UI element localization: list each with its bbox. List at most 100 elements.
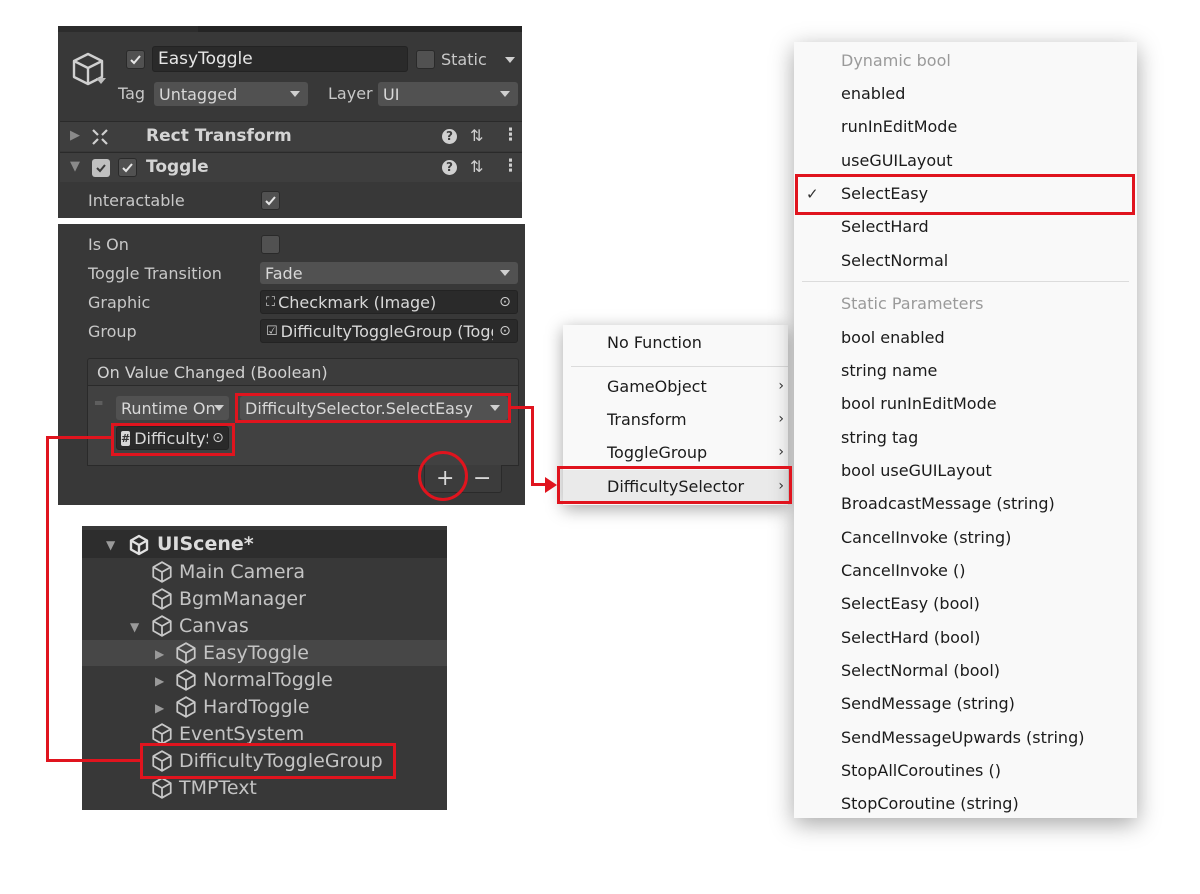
menu-item-no-function[interactable]: No Function [563, 326, 788, 359]
menu-item-string-tag[interactable]: string tag [794, 421, 1137, 454]
foldout-arrow-icon[interactable]: ▶ [155, 701, 164, 715]
menu-item-bool-run-in-edit-mode[interactable]: bool runInEditMode [794, 387, 1137, 420]
gameobject-cube-icon [72, 52, 104, 86]
menu-header-dynamic-bool: Dynamic bool [841, 51, 951, 70]
check-icon [122, 163, 133, 173]
menu-item-stop-all-coroutines[interactable]: StopAllCoroutines () [794, 754, 1137, 787]
gameobject-icon [152, 561, 172, 583]
hierarchy-item-normal-toggle[interactable]: NormalToggle [174, 667, 333, 693]
more-menu-icon[interactable]: ⋮ [502, 156, 519, 176]
toggle-transition-dropdown[interactable]: Fade [260, 262, 518, 284]
object-picker-icon[interactable]: ⊙ [493, 320, 517, 342]
menu-item-bool-use-gui-layout[interactable]: bool useGUILayout [794, 454, 1137, 487]
foldout-arrow-icon[interactable]: ▶ [155, 674, 164, 688]
menu-separator [802, 281, 1129, 282]
toggle-component-icon [92, 159, 110, 177]
active-checkbox[interactable] [126, 50, 145, 69]
menu-item-cancel-invoke[interactable]: CancelInvoke () [794, 554, 1137, 587]
menu-item-send-message-upwards[interactable]: SendMessageUpwards (string) [794, 721, 1137, 754]
more-menu-icon[interactable]: ⋮ [502, 125, 519, 145]
toggle-transition-label: Toggle Transition [88, 264, 222, 283]
menu-item-send-message[interactable]: SendMessage (string) [794, 687, 1137, 720]
check-icon [265, 196, 276, 206]
hierarchy-item-label: EventSystem [179, 723, 305, 745]
hierarchy-item-bgm-manager[interactable]: BgmManager [150, 586, 306, 612]
object-name-input[interactable]: EasyToggle [152, 46, 408, 72]
highlight-difficulty-selector-item [557, 466, 792, 504]
layer-caret-icon [500, 91, 510, 97]
menu-item-cancel-invoke-string[interactable]: CancelInvoke (string) [794, 521, 1137, 554]
static-checkbox[interactable] [416, 50, 435, 69]
menu-item-enabled[interactable]: enabled [794, 77, 1137, 110]
hierarchy-item-label: Canvas [179, 615, 249, 637]
gameobject-icon [176, 642, 196, 664]
tag-dropdown[interactable]: Untagged [154, 82, 308, 106]
interactable-checkbox[interactable] [261, 191, 280, 210]
menu-item-transform[interactable]: Transform › [563, 403, 788, 436]
toggle-component-header[interactable]: ▼ Toggle ? ⇅ ⋮ [60, 152, 522, 182]
menu-item-select-hard-bool[interactable]: SelectHard (bool) [794, 621, 1137, 654]
menu-item-select-easy-bool[interactable]: SelectEasy (bool) [794, 587, 1137, 620]
rect-transform-header[interactable]: ▶ Rect Transform ? ⇅ ⋮ [60, 121, 522, 151]
hierarchy-item-label: EasyToggle [203, 642, 309, 664]
static-label: Static [441, 50, 487, 69]
menu-item-broadcast-message[interactable]: BroadcastMessage (string) [794, 487, 1137, 520]
tab-strip [58, 26, 198, 32]
runtime-value: Runtime On [121, 398, 216, 418]
menu-item-label: No Function [607, 333, 702, 352]
runtime-caret-icon [214, 405, 224, 411]
hierarchy-item-main-camera[interactable]: Main Camera [150, 559, 305, 585]
highlight-function-dropdown [235, 393, 511, 423]
connector-line [531, 406, 534, 486]
scene-name: UIScene* [157, 533, 254, 555]
toggle-enabled-checkbox[interactable] [118, 158, 137, 177]
layer-value: UI [383, 84, 400, 104]
object-picker-icon[interactable]: ⊙ [493, 291, 517, 313]
menu-item-label: ToggleGroup [607, 443, 708, 462]
menu-item-string-name[interactable]: string name [794, 354, 1137, 387]
layer-label: Layer [328, 84, 373, 103]
hierarchy-item-canvas[interactable]: Canvas [150, 613, 249, 639]
graphic-label: Graphic [88, 293, 151, 312]
menu-item-bool-enabled[interactable]: bool enabled [794, 321, 1137, 354]
connector-arrowhead [545, 477, 557, 493]
menu-item-gameobject[interactable]: GameObject › [563, 370, 788, 403]
remove-listener-button[interactable]: − [473, 466, 491, 491]
layer-dropdown[interactable]: UI [378, 82, 518, 106]
connector-line [46, 759, 140, 762]
menu-item-run-in-edit-mode[interactable]: runInEditMode [794, 110, 1137, 143]
group-object-field[interactable]: ☑ DifficultyToggleGroup (Toggle Group) ⊙ [260, 319, 518, 343]
foldout-open-icon: ▼ [70, 159, 80, 174]
menu-item-use-gui-layout[interactable]: useGUILayout [794, 144, 1137, 177]
hierarchy-item-label: NormalToggle [203, 669, 333, 691]
runtime-dropdown[interactable]: Runtime On [116, 396, 229, 420]
highlight-target-field [111, 423, 235, 456]
menu-item-stop-coroutine[interactable]: StopCoroutine (string) [794, 787, 1137, 820]
help-icon[interactable]: ? [442, 160, 457, 175]
menu-item-select-normal[interactable]: SelectNormal [794, 244, 1137, 277]
icon-dropdown-caret[interactable] [96, 78, 106, 84]
preset-settings-icon[interactable]: ⇅ [470, 126, 483, 145]
graphic-object-field[interactable]: ⛶ Checkmark (Image) ⊙ [260, 290, 518, 314]
menu-item-toggle-group[interactable]: ToggleGroup › [563, 436, 788, 469]
help-icon[interactable]: ? [442, 129, 457, 144]
is-on-checkbox[interactable] [261, 235, 280, 254]
hierarchy-item-easy-toggle[interactable]: EasyToggle [174, 640, 309, 666]
scene-foldout-icon[interactable]: ▼ [106, 538, 115, 552]
group-label: Group [88, 322, 137, 341]
on-value-changed-header: On Value Changed (Boolean) [87, 358, 519, 386]
gameobject-icon [152, 615, 172, 637]
foldout-arrow-icon[interactable]: ▶ [155, 647, 164, 661]
canvas-foldout-icon[interactable]: ▼ [130, 620, 139, 634]
hierarchy-item-hard-toggle[interactable]: HardToggle [174, 694, 310, 720]
tag-caret-icon [290, 91, 300, 97]
object-name-text: EasyToggle [158, 49, 253, 69]
drag-handle-icon[interactable]: ═ [95, 396, 102, 410]
menu-item-select-normal-bool[interactable]: SelectNormal (bool) [794, 654, 1137, 687]
static-dropdown-caret[interactable] [505, 57, 515, 63]
connector-line [46, 436, 49, 762]
menu-separator [571, 366, 788, 367]
preset-settings-icon[interactable]: ⇅ [470, 157, 483, 176]
hierarchy-item-label: Main Camera [179, 561, 305, 583]
toggle-group-icon: ☑ [266, 323, 278, 339]
